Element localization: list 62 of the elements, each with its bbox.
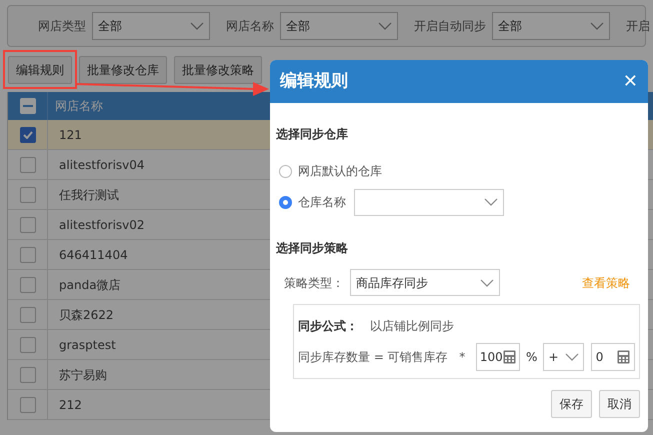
table-cell-text: 121 bbox=[58, 126, 82, 144]
formula-label: 同步公式： bbox=[298, 318, 358, 335]
column-header: 网店名称 bbox=[54, 98, 103, 115]
table-cell-text: alitestforisv02 bbox=[58, 216, 145, 234]
table-cell-text: 苏宁易购 bbox=[58, 366, 107, 384]
operator-select[interactable]: + bbox=[543, 343, 584, 371]
caret-icon bbox=[190, 22, 204, 30]
table-cell-text: 贝森2622 bbox=[58, 306, 114, 324]
radio-label: 网店默认的仓库 bbox=[298, 163, 382, 180]
close-button[interactable]: ✕ bbox=[622, 68, 638, 95]
filter-label: 开启自动同步 bbox=[414, 18, 486, 35]
radio-button[interactable] bbox=[279, 196, 292, 208]
calculator-icon bbox=[616, 350, 630, 364]
filter-label: 网店名称 bbox=[226, 18, 274, 35]
checkbox[interactable] bbox=[20, 246, 36, 262]
checkbox[interactable] bbox=[20, 336, 36, 352]
dialog-button[interactable]: 保存 bbox=[551, 390, 592, 418]
section-heading: 选择同步仓库 bbox=[276, 126, 349, 143]
table-cell-text: 646411404 bbox=[58, 246, 128, 264]
checkbox[interactable] bbox=[20, 366, 36, 382]
filter-select[interactable]: 全部 bbox=[492, 12, 610, 40]
radio-button[interactable] bbox=[279, 164, 292, 178]
caret-icon bbox=[564, 353, 579, 361]
checkbox[interactable] bbox=[20, 156, 36, 172]
dialog-button[interactable]: 取消 bbox=[599, 390, 640, 418]
multiply-sign: * bbox=[459, 349, 466, 366]
filter-select[interactable]: 全部 bbox=[280, 12, 398, 40]
caret-icon bbox=[484, 198, 498, 206]
percent-sign: % bbox=[525, 349, 538, 366]
formula-value: 以店铺比例同步 bbox=[370, 318, 454, 335]
calculator-icon bbox=[503, 350, 516, 364]
checkbox[interactable] bbox=[20, 396, 36, 412]
table-cell-text: grasptest bbox=[58, 336, 116, 354]
filter-label: 开启 bbox=[626, 18, 650, 35]
table-cell-text: 任我行测试 bbox=[58, 186, 119, 204]
checkbox[interactable] bbox=[20, 216, 36, 232]
radio-label: 仓库名称 bbox=[298, 194, 346, 211]
caret-icon bbox=[378, 22, 392, 30]
checkbox[interactable] bbox=[20, 126, 36, 142]
checkbox[interactable] bbox=[20, 276, 36, 292]
dialog-title: 编辑规则 bbox=[280, 70, 348, 93]
caret-icon bbox=[590, 22, 604, 30]
minus-icon bbox=[22, 105, 32, 107]
field-label: 策略类型： bbox=[284, 274, 345, 292]
caret-icon bbox=[480, 278, 494, 286]
toolbar-button[interactable]: 编辑规则 bbox=[8, 56, 72, 84]
table-cell-text: 212 bbox=[58, 396, 82, 414]
section-heading: 选择同步策略 bbox=[276, 240, 349, 257]
table-cell-text: panda微店 bbox=[58, 276, 121, 294]
warehouse-select[interactable] bbox=[354, 188, 504, 216]
toolbar-button[interactable]: 批量修改策略 bbox=[174, 56, 262, 84]
ratio-field[interactable]: 100 bbox=[476, 343, 520, 371]
checkbox[interactable] bbox=[20, 186, 36, 202]
table-cell-text: alitestforisv04 bbox=[58, 156, 145, 174]
strategy-select[interactable]: 商品库存同步 bbox=[350, 269, 500, 296]
formula-expression: 同步库存数量 = 可销售库存 bbox=[298, 349, 449, 366]
filter-select[interactable]: 全部 bbox=[92, 12, 210, 40]
offset-field[interactable]: 0 bbox=[590, 343, 635, 371]
toolbar-button[interactable]: 批量修改仓库 bbox=[79, 56, 167, 84]
check-icon bbox=[22, 130, 32, 138]
checkbox[interactable] bbox=[20, 306, 36, 322]
filter-label: 网店类型 bbox=[38, 18, 86, 35]
